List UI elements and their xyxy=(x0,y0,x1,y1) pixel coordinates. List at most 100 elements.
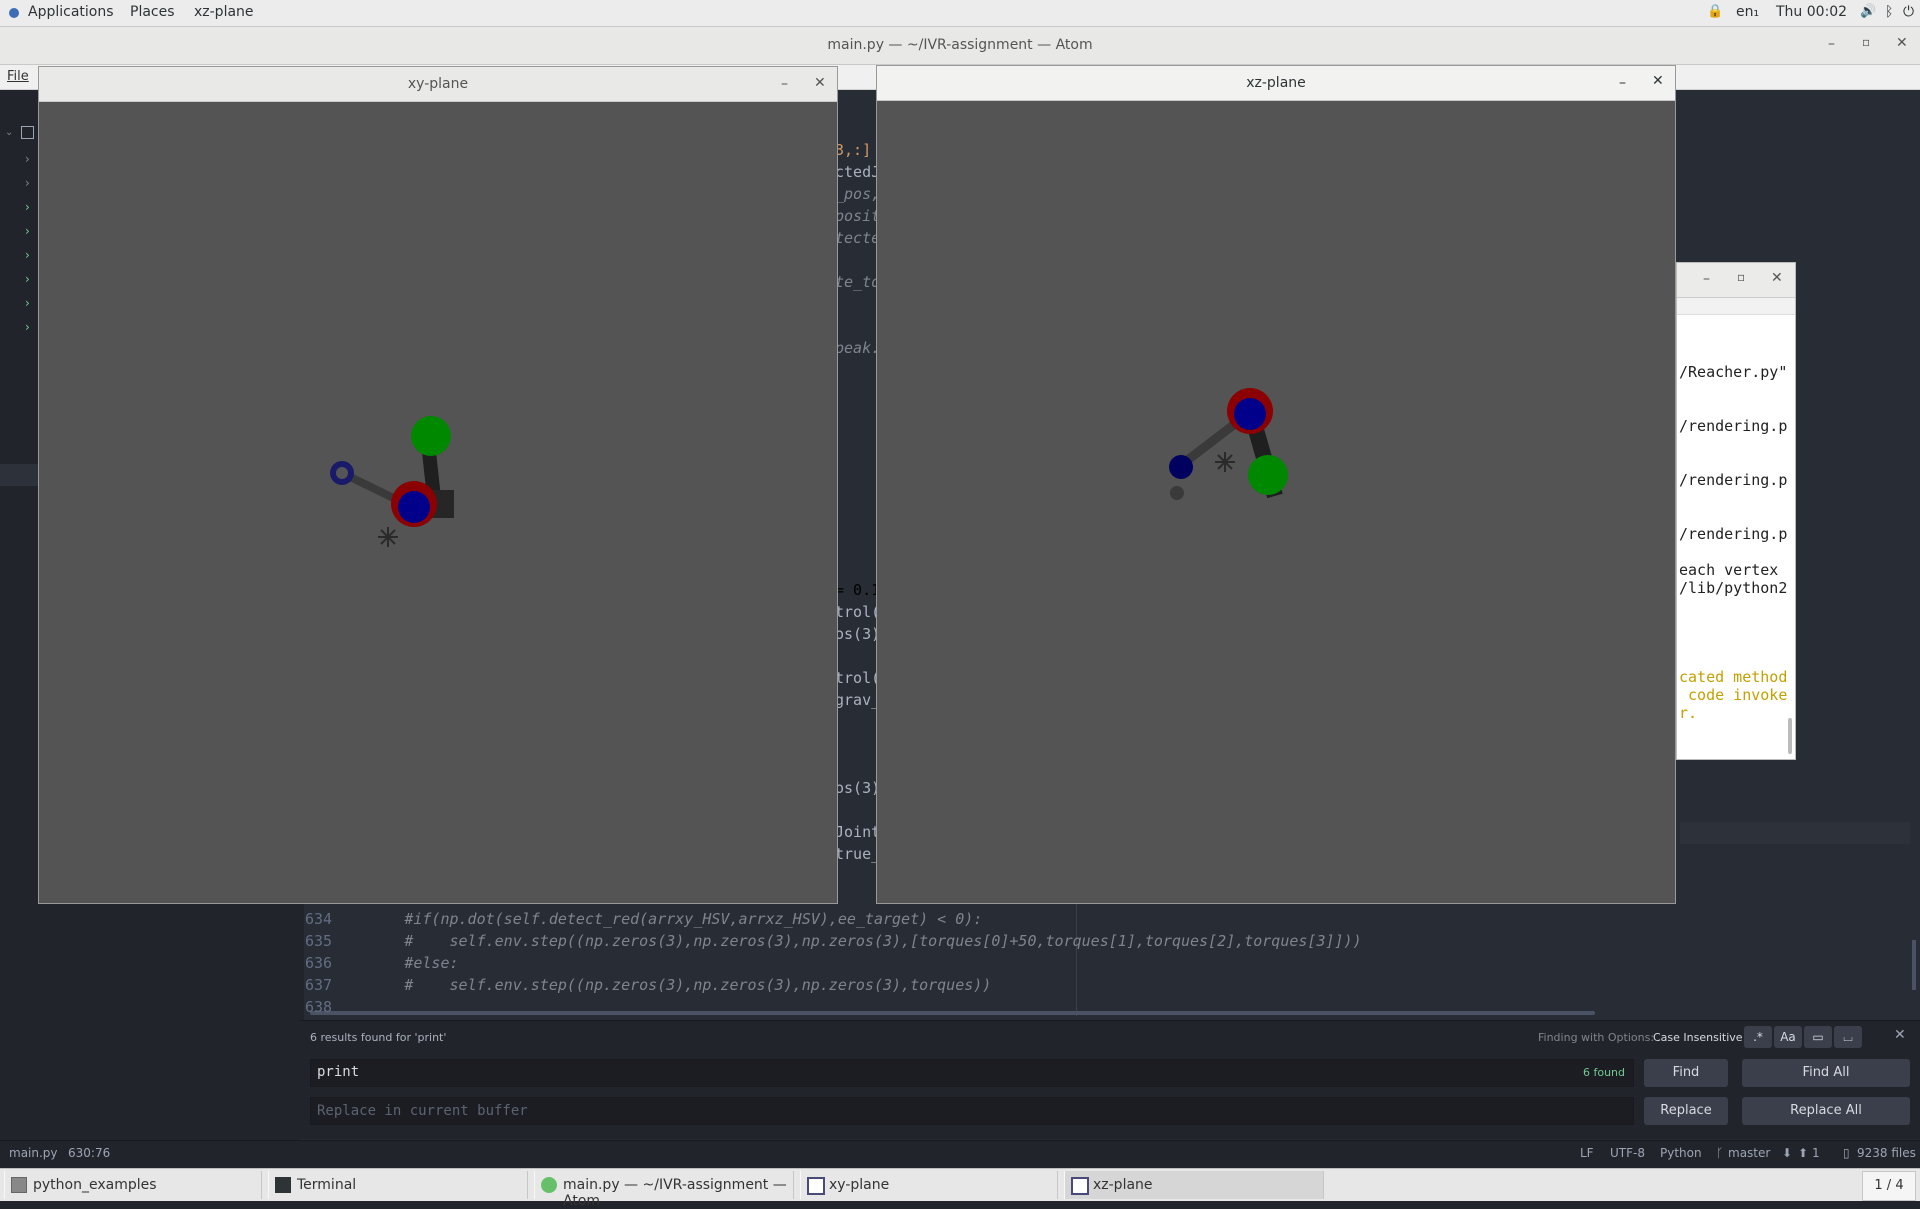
status-branch[interactable]: master xyxy=(1728,1146,1770,1160)
code-fragment[interactable]: ctedJ xyxy=(835,163,880,181)
find-button[interactable]: Find xyxy=(1644,1059,1728,1087)
status-bar: main.py 630:76 LF UTF-8 Python ᚴ master … xyxy=(0,1140,1920,1163)
xy-plane-titlebar[interactable]: xy-plane – ✕ xyxy=(39,67,837,102)
code-fragment[interactable]: os(3) xyxy=(835,625,880,643)
terminal-tabbar xyxy=(1677,298,1795,315)
find-input[interactable]: print 6 found xyxy=(310,1059,1634,1087)
code-fragment[interactable]: true_ xyxy=(835,845,880,863)
bluetooth-icon[interactable]: ᛒ xyxy=(1885,4,1893,20)
xy-close-button[interactable]: ✕ xyxy=(814,75,826,91)
atom-close-button[interactable]: ✕ xyxy=(1896,35,1908,51)
editor-horizontal-scrollbar[interactable] xyxy=(310,1011,1595,1015)
code-fragment[interactable]: _pos, xyxy=(835,185,880,203)
power-icon[interactable]: ⏻ xyxy=(1903,4,1914,20)
xz-close-button[interactable]: ✕ xyxy=(1652,73,1664,89)
find-results-summary: 6 results found for 'print' xyxy=(310,1031,447,1044)
menu-file[interactable]: File xyxy=(7,69,29,84)
whole-word-toggle[interactable]: ⌴ xyxy=(1834,1026,1862,1048)
code-fragment[interactable]: trol( xyxy=(835,603,880,621)
star-target-marker xyxy=(378,527,398,547)
tree-chevron-icon[interactable]: › xyxy=(25,272,30,286)
find-count: 6 found xyxy=(1582,1066,1625,1079)
xz-plane-window[interactable]: xz-plane – ✕ xyxy=(876,65,1676,904)
tree-chevron-icon[interactable]: › xyxy=(25,296,30,310)
task-terminal[interactable]: Terminal xyxy=(268,1171,528,1199)
code-fragment[interactable]: peak. xyxy=(835,339,880,357)
close-find-icon[interactable]: ✕ xyxy=(1894,1027,1906,1043)
code-line[interactable]: 636 #else: xyxy=(305,954,459,972)
task-python-examples[interactable]: python_examples xyxy=(4,1171,262,1199)
replace-all-button[interactable]: Replace All xyxy=(1742,1097,1910,1125)
tree-chevron-icon[interactable]: › xyxy=(25,200,30,214)
code-fragment[interactable]: = 0.1 xyxy=(835,581,880,599)
task-label: python_examples xyxy=(33,1177,157,1193)
status-file[interactable]: main.py xyxy=(9,1146,58,1160)
status-encoding[interactable]: UTF-8 xyxy=(1610,1146,1645,1160)
volume-icon[interactable]: 🔊 xyxy=(1860,4,1876,19)
tree-chevron-icon[interactable]: › xyxy=(25,320,30,334)
terminal-line: /lib/python2 xyxy=(1679,579,1788,597)
code-fragment[interactable]: posit xyxy=(835,207,880,225)
line-number: 634 xyxy=(305,910,333,928)
task-xz-plane[interactable]: xz-plane xyxy=(1064,1171,1324,1199)
find-all-button[interactable]: Find All xyxy=(1742,1059,1910,1087)
selection-toggle[interactable]: ▭ xyxy=(1804,1026,1832,1048)
language-indicator[interactable]: en₁ xyxy=(1736,4,1759,20)
terminal-minimize-button[interactable]: – xyxy=(1703,271,1710,287)
case-toggle[interactable]: Aa xyxy=(1774,1026,1802,1048)
status-push-count[interactable]: 1 xyxy=(1812,1146,1820,1160)
status-files[interactable]: 9238 files xyxy=(1857,1146,1916,1160)
editor-scrollbar[interactable] xyxy=(1912,940,1916,990)
code-fragment[interactable]: tecte xyxy=(835,229,880,247)
code-line[interactable]: 635 # self.env.step((np.zeros(3),np.zero… xyxy=(305,932,1362,950)
tree-root-chevron-icon[interactable]: ⌄ xyxy=(5,127,13,138)
terminal-window[interactable]: – ▫ ✕ /Reacher.py" /rendering.p /renderi… xyxy=(1676,262,1796,760)
tree-selected-row[interactable] xyxy=(0,464,38,486)
push-icon[interactable]: ⬆ xyxy=(1798,1146,1808,1160)
find-options-value: Case Insensitive xyxy=(1653,1031,1743,1044)
window-icon xyxy=(1071,1177,1089,1195)
code-line[interactable]: 634 #if(np.dot(self.detect_red(arrxy_HSV… xyxy=(305,910,982,928)
fetch-icon[interactable]: ⬇ xyxy=(1782,1146,1792,1160)
workspace-switcher[interactable]: 1 / 4 xyxy=(1862,1171,1916,1201)
applications-menu[interactable]: Applications xyxy=(28,4,114,20)
regex-toggle[interactable]: .* xyxy=(1744,1026,1772,1048)
code-fragment[interactable]: te_to xyxy=(835,273,880,291)
terminal-titlebar[interactable]: – ▫ ✕ xyxy=(1677,263,1795,298)
active-app-menu[interactable]: xz-plane xyxy=(194,4,254,20)
code-fragment[interactable]: trol( xyxy=(835,669,880,687)
xy-plane-window[interactable]: xy-plane – ✕ xyxy=(38,66,838,904)
atom-minimize-button[interactable]: – xyxy=(1828,36,1835,52)
code-fragment[interactable]: Joint xyxy=(835,823,880,841)
atom-maximize-button[interactable]: ▫ xyxy=(1862,35,1870,49)
code-fragment[interactable]: 3,:] xyxy=(835,141,871,159)
tree-chevron-icon[interactable]: › xyxy=(25,152,30,166)
replace-input[interactable]: Replace in current buffer xyxy=(310,1097,1634,1125)
terminal-maximize-button[interactable]: ▫ xyxy=(1737,270,1745,284)
task-atom[interactable]: main.py — ~/IVR-assignment — Atom xyxy=(534,1171,794,1209)
code-line[interactable]: 638 xyxy=(305,998,332,1016)
xy-minimize-button[interactable]: – xyxy=(781,76,788,92)
status-grammar[interactable]: Python xyxy=(1660,1146,1702,1160)
atom-titlebar[interactable]: main.py — ~/IVR-assignment — Atom – ▫ ✕ xyxy=(0,27,1920,65)
code-fragment[interactable]: grav_ xyxy=(835,691,880,709)
status-eol[interactable]: LF xyxy=(1580,1146,1594,1160)
tree-chevron-icon[interactable]: › xyxy=(25,224,30,238)
terminal-icon xyxy=(275,1177,291,1193)
xz-minimize-button[interactable]: – xyxy=(1619,75,1626,91)
xz-plane-titlebar[interactable]: xz-plane – ✕ xyxy=(877,66,1675,101)
green-joint-marker xyxy=(411,416,451,456)
terminal-close-button[interactable]: ✕ xyxy=(1771,270,1783,286)
tree-chevron-icon[interactable]: › xyxy=(25,176,30,190)
replace-button[interactable]: Replace xyxy=(1644,1097,1728,1125)
places-menu[interactable]: Places xyxy=(130,4,175,20)
clock[interactable]: Thu 00:02 xyxy=(1776,4,1847,20)
status-cursor[interactable]: 630:76 xyxy=(68,1146,110,1160)
code-fragment[interactable]: os(3) xyxy=(835,779,880,797)
terminal-scrollbar[interactable] xyxy=(1788,718,1792,754)
lock-icon[interactable]: 🔒 xyxy=(1707,4,1723,19)
tree-chevron-icon[interactable]: › xyxy=(25,248,30,262)
code-line[interactable]: 637 # self.env.step((np.zeros(3),np.zero… xyxy=(305,976,991,994)
atom-window-title: main.py — ~/IVR-assignment — Atom xyxy=(827,37,1093,53)
task-xy-plane[interactable]: xy-plane xyxy=(800,1171,1058,1199)
